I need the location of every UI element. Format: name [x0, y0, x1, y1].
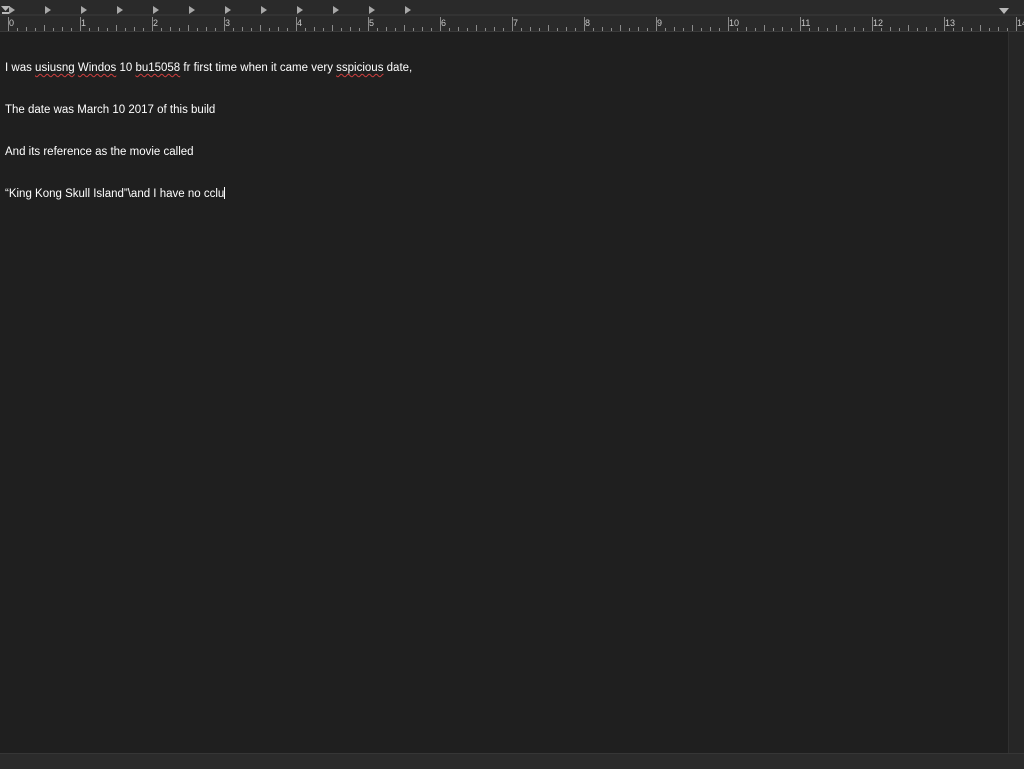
misspelled-word[interactable]: bu15058: [135, 62, 180, 74]
text-run: fr first time when it came very: [180, 62, 337, 74]
document-area[interactable]: I was usiusng Windos 10 bu15058 fr first…: [0, 32, 1008, 753]
tab-stop-icon[interactable]: [81, 6, 87, 14]
ruler-number: 7: [513, 18, 519, 28]
text-line-2: The date was March 10 2017 of this build: [5, 104, 216, 116]
tab-stop-icon[interactable]: [261, 6, 267, 14]
ruler[interactable]: 01234567891011121314: [0, 0, 1024, 32]
ruler-number: 6: [441, 18, 447, 28]
first-line-indent-icon[interactable]: [1, 6, 10, 11]
text-run: I was: [5, 62, 36, 74]
tab-stop-icon[interactable]: [9, 6, 15, 14]
document-text[interactable]: I was usiusng Windos 10 bu15058 fr first…: [5, 33, 412, 229]
ruler-number: 3: [225, 18, 231, 28]
tab-stop-icon[interactable]: [153, 6, 159, 14]
ruler-number: 2: [153, 18, 159, 28]
ruler-number: 10: [729, 18, 740, 28]
text-run: date,: [383, 62, 413, 74]
ruler-number: 13: [945, 18, 956, 28]
ruler-number: 1: [81, 18, 87, 28]
tab-stop-icon[interactable]: [369, 6, 375, 14]
tab-stop-icon[interactable]: [405, 6, 411, 14]
ruler-number: 11: [801, 18, 811, 28]
left-indent-icon[interactable]: [2, 12, 9, 14]
ruler-number: 4: [297, 18, 303, 28]
vertical-scrollbar[interactable]: [1008, 32, 1024, 753]
text-line-3: And its reference as the movie called: [5, 146, 194, 158]
ruler-number: 0: [9, 18, 15, 28]
ruler-number: 12: [873, 18, 884, 28]
text-line-4: “King Kong Skull Island”\and I have no c…: [5, 187, 412, 201]
tab-stop-icon[interactable]: [333, 6, 339, 14]
text-line-1: I was usiusng Windos 10 bu15058 fr first…: [5, 61, 412, 75]
tab-stop-icon[interactable]: [189, 6, 195, 14]
misspelled-word[interactable]: Windos: [78, 62, 116, 74]
ruler-number: 14: [1017, 18, 1024, 28]
right-margin-icon[interactable]: [999, 8, 1009, 14]
text-run: “King Kong Skull Island”\and I have no c…: [5, 188, 225, 200]
text-caret: [224, 187, 226, 199]
ruler-number: 9: [657, 18, 663, 28]
tab-stop-icon[interactable]: [225, 6, 231, 14]
horizontal-scrollbar[interactable]: [0, 753, 1024, 769]
misspelled-word[interactable]: usiusng: [35, 62, 75, 74]
tab-stop-icon[interactable]: [117, 6, 123, 14]
tab-stop-icon[interactable]: [45, 6, 51, 14]
ruler-number: 8: [585, 18, 591, 28]
misspelled-word[interactable]: sspicious: [336, 62, 383, 74]
ruler-number: 5: [369, 18, 375, 28]
tab-stop-icon[interactable]: [297, 6, 303, 14]
text-run: 10: [116, 62, 136, 74]
